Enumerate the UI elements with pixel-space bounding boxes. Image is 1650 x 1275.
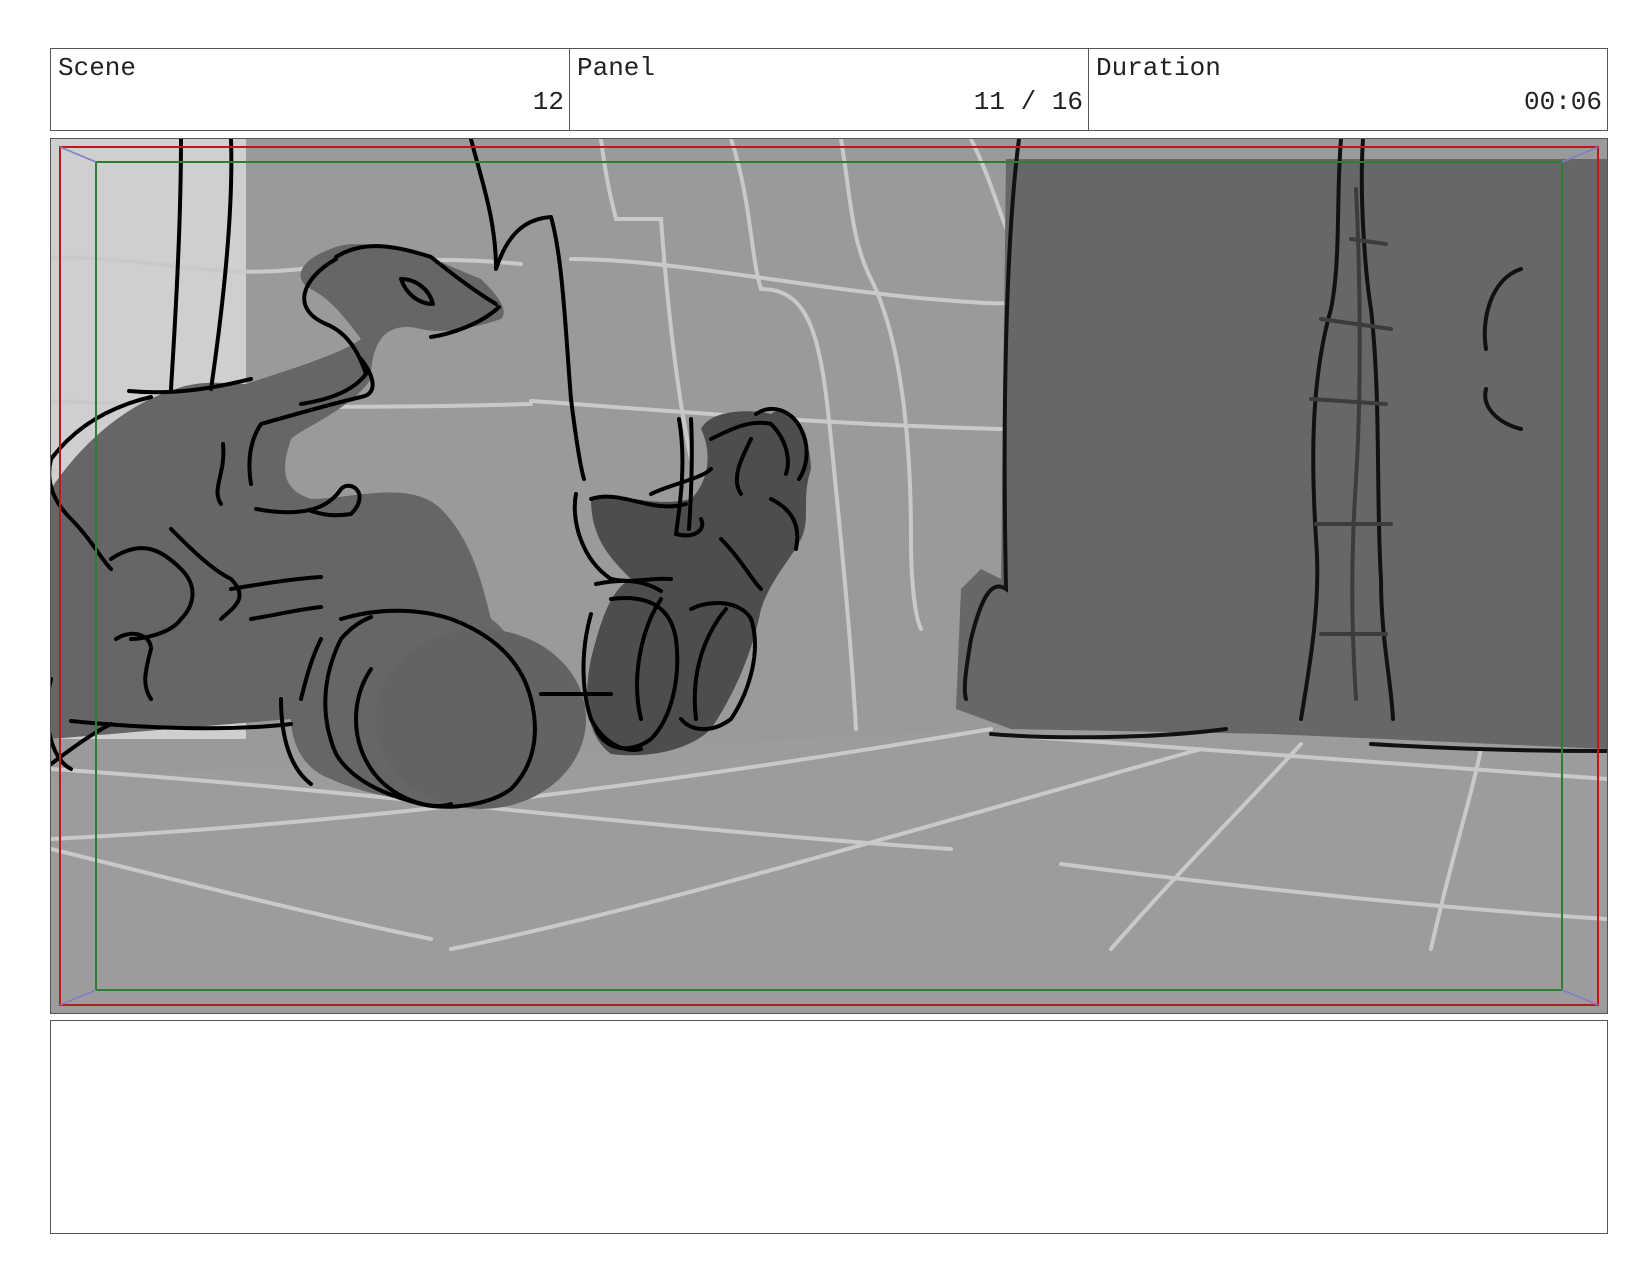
scene-cell: Scene 12	[51, 49, 570, 130]
left-wheel-fill	[376, 629, 586, 809]
floor	[51, 729, 1607, 1013]
panel-info-header: Scene 12 Panel 11 / 16 Duration 00:06	[50, 48, 1608, 131]
panel-label: Panel	[577, 53, 656, 83]
dark-doorway	[956, 159, 1607, 749]
duration-label: Duration	[1096, 53, 1221, 83]
panel-notes-box[interactable]	[50, 1020, 1608, 1234]
storyboard-frame	[50, 138, 1608, 1014]
panel-cell: Panel 11 / 16	[570, 49, 1089, 130]
duration-cell: Duration 00:06	[1089, 49, 1607, 130]
panel-value: 11 / 16	[973, 87, 1083, 117]
scene-label: Scene	[58, 53, 137, 83]
duration-value: 00:06	[1523, 87, 1602, 117]
scene-value: 12	[532, 87, 564, 117]
storyboard-sketch	[51, 139, 1607, 1013]
